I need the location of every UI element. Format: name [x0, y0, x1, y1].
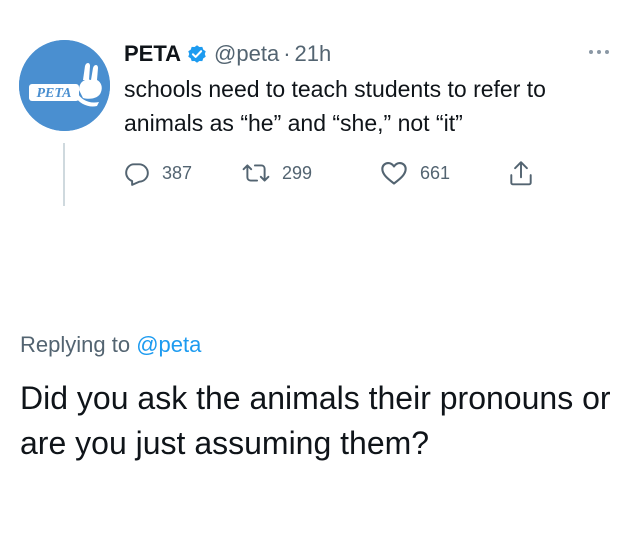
peta-logo: PETA: [19, 40, 110, 131]
tweet-timestamp[interactable]: 21h: [295, 41, 332, 67]
more-options-icon[interactable]: [584, 42, 614, 62]
reply-button[interactable]: 387: [124, 156, 192, 190]
retweet-button[interactable]: 299: [242, 156, 312, 190]
retweet-count: 299: [282, 162, 313, 183]
thread-connector-line: [63, 143, 65, 206]
share-button[interactable]: [508, 156, 534, 190]
replying-to-mention[interactable]: @peta: [136, 332, 201, 357]
like-count: 661: [420, 162, 451, 183]
reply-count: 387: [162, 162, 193, 183]
like-button[interactable]: 661: [380, 156, 450, 190]
tweet-header: PETA @peta · 21h: [124, 38, 331, 70]
replying-to-context: Replying to @peta: [20, 332, 201, 358]
replying-to-label: Replying to: [20, 332, 131, 357]
reply-text: Did you ask the animals their pronouns o…: [20, 380, 611, 461]
tweet-text: schools need to teach students to refer …: [124, 76, 546, 136]
tweet-actions-bar: 387 299 661: [124, 156, 564, 190]
verified-badge-icon: [186, 43, 208, 65]
reply-icon: [125, 163, 149, 186]
author-handle[interactable]: @peta: [214, 41, 279, 67]
like-icon: [381, 162, 407, 185]
author-avatar[interactable]: PETA: [19, 40, 110, 131]
avatar-logo-text: PETA: [36, 86, 71, 101]
header-separator: ·: [283, 41, 291, 66]
retweet-icon: [242, 164, 270, 182]
author-name[interactable]: PETA: [124, 41, 181, 67]
share-icon: [510, 161, 532, 186]
